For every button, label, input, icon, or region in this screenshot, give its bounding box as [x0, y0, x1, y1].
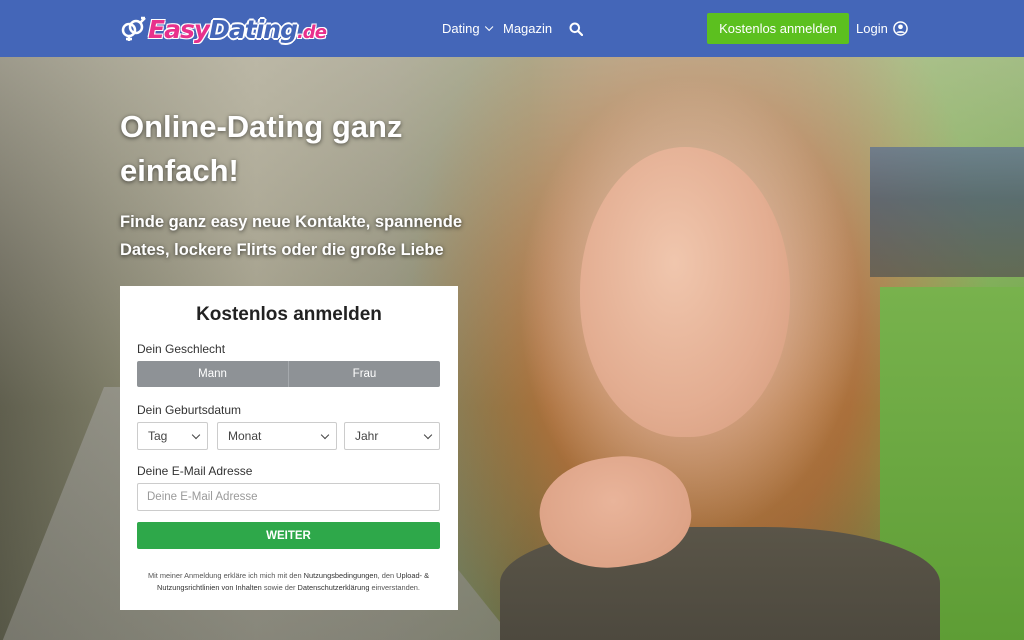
- year-select[interactable]: Jahr: [344, 422, 440, 450]
- legal-notice: Mit meiner Anmeldung erkläre ich mich mi…: [137, 570, 440, 594]
- user-circle-icon: [893, 21, 908, 36]
- day-select-value: Tag: [148, 429, 168, 443]
- hero-background-building: [870, 147, 1024, 277]
- month-select-value: Monat: [228, 429, 262, 443]
- email-label: Deine E-Mail Adresse: [137, 464, 253, 478]
- search-icon: [569, 22, 583, 36]
- birthdate-label: Dein Geburtsdatum: [137, 403, 242, 417]
- logo-wordmark: EasyDating.de: [148, 14, 327, 44]
- month-select[interactable]: Monat: [217, 422, 337, 450]
- signup-form: Kostenlos anmelden Dein Geschlecht Mann …: [120, 286, 458, 610]
- logo-dating: Dating: [209, 14, 298, 44]
- terms-link[interactable]: Nutzungsbedingungen: [304, 571, 378, 580]
- gender-label: Dein Geschlecht: [137, 342, 226, 356]
- login-link[interactable]: Login: [856, 0, 908, 57]
- legal-text: , den: [377, 571, 397, 580]
- legal-text: sowie der: [261, 583, 298, 592]
- search-button[interactable]: [569, 0, 583, 57]
- gender-symbols-icon: [121, 16, 146, 41]
- email-field[interactable]: [137, 483, 440, 511]
- nav-dating-label: Dating: [442, 21, 480, 36]
- chevron-down-icon: [320, 430, 330, 440]
- legal-text: einverstanden.: [369, 583, 420, 592]
- gender-option-mann[interactable]: Mann: [137, 361, 288, 387]
- chevron-down-icon: [191, 430, 201, 440]
- form-title: Kostenlos anmelden: [196, 304, 382, 325]
- header-signup-button[interactable]: Kostenlos anmelden: [707, 13, 849, 44]
- chevron-down-icon: [423, 430, 433, 440]
- nav-magazin-label: Magazin: [503, 21, 553, 36]
- site-header: EasyDating.de Dating Magazin Kostenlos a…: [0, 0, 1024, 57]
- logo-easy: Easy: [148, 14, 210, 44]
- gender-selector: Mann Frau: [137, 361, 440, 387]
- hero-title: Online-Dating ganz einfach!: [120, 109, 403, 188]
- legal-text: Mit meiner Anmeldung erkläre ich mich mi…: [147, 571, 304, 580]
- hero-person-face: [580, 147, 790, 437]
- year-select-value: Jahr: [355, 429, 379, 443]
- day-select[interactable]: Tag: [137, 422, 208, 450]
- site-logo[interactable]: EasyDating.de: [120, 9, 327, 49]
- login-label: Login: [856, 21, 888, 36]
- nav-magazin[interactable]: Magazin: [503, 0, 552, 57]
- logo-tld: .de: [296, 21, 327, 43]
- privacy-link[interactable]: Datenschutzerklärung: [298, 583, 370, 592]
- chevron-down-icon: [484, 22, 493, 31]
- submit-button[interactable]: WEITER: [137, 522, 440, 549]
- gender-option-frau[interactable]: Frau: [288, 361, 440, 387]
- nav-dating[interactable]: Dating: [442, 0, 493, 57]
- hero-subtitle: Finde ganz easy neue Kontakte, spannende…: [120, 213, 462, 259]
